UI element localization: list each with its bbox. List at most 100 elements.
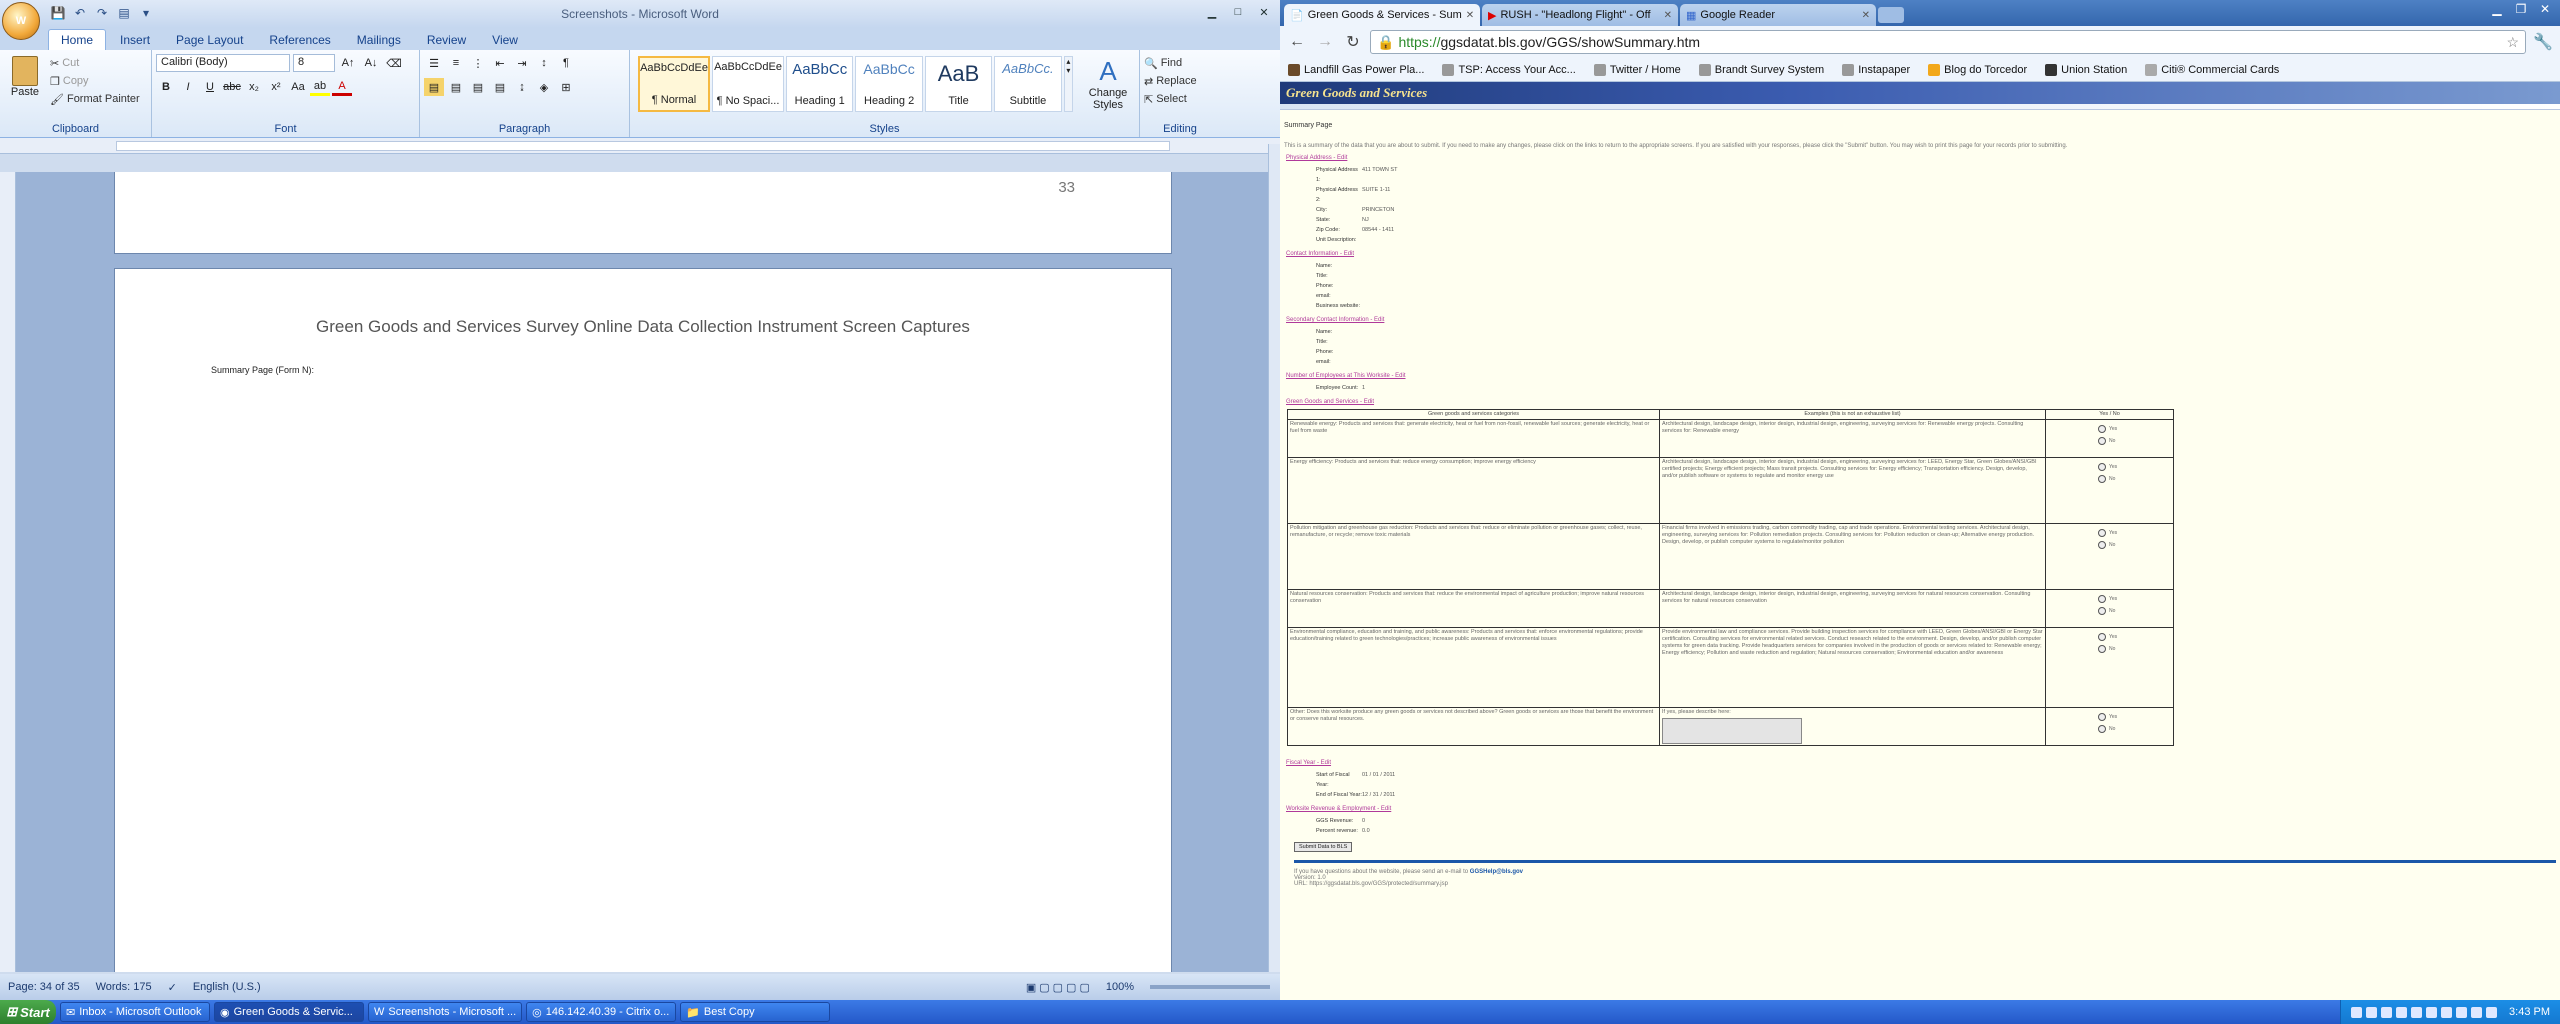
style-heading-1[interactable]: AaBbCc Heading 1 xyxy=(786,56,854,112)
justify-icon[interactable]: ▤ xyxy=(490,78,510,96)
vertical-ruler[interactable] xyxy=(0,172,16,972)
close-icon[interactable]: ✕ xyxy=(2534,2,2556,16)
bookmark-7[interactable]: Union Station xyxy=(2045,63,2127,76)
minimize-icon[interactable]: ▁ xyxy=(1200,3,1224,21)
close-tab-icon[interactable]: ✕ xyxy=(1862,10,1870,21)
clear-format-icon[interactable]: ⌫ xyxy=(384,54,404,72)
shrink-font-icon[interactable]: A↓ xyxy=(361,54,381,72)
underline-icon[interactable]: U xyxy=(200,78,220,96)
vertical-scrollbar[interactable] xyxy=(1268,144,1280,972)
bookmark-5[interactable]: Instapaper xyxy=(1842,63,1910,76)
new-tab-button[interactable] xyxy=(1878,7,1904,23)
grow-font-icon[interactable]: A↑ xyxy=(338,54,358,72)
bookmark-6[interactable]: Blog do Torcedor xyxy=(1928,63,2027,76)
sort-icon[interactable]: ↕ xyxy=(534,54,554,72)
borders-icon[interactable]: ⊞ xyxy=(556,78,576,96)
yes-radio[interactable]: Yes xyxy=(2098,633,2171,641)
paste-button[interactable]: Paste xyxy=(6,56,44,98)
clock[interactable]: 3:43 PM xyxy=(2509,1006,2550,1018)
undo-icon[interactable]: ↶ xyxy=(72,5,88,21)
no-radio[interactable]: No xyxy=(2098,437,2171,445)
tab-home[interactable]: Home xyxy=(48,29,107,50)
office-button[interactable]: W xyxy=(2,2,40,40)
bullets-icon[interactable]: ☰ xyxy=(424,54,444,72)
taskbar-outlook[interactable]: ✉ Inbox - Microsoft Outlook xyxy=(60,1002,210,1022)
tray-icon[interactable] xyxy=(2411,1006,2423,1018)
tray-icon[interactable] xyxy=(2456,1006,2468,1018)
taskbar-best-copy[interactable]: 📁 Best Copy xyxy=(680,1002,831,1022)
document-area[interactable]: 33 Green Goods and Services Survey Onlin… xyxy=(0,172,1268,972)
copy-button[interactable]: ❐ Copy xyxy=(50,72,140,90)
multilevel-icon[interactable]: ⋮ xyxy=(468,54,488,72)
no-radio[interactable]: No xyxy=(2098,725,2171,733)
style-no-spacing[interactable]: AaBbCcDdEe ¶ No Spaci... xyxy=(712,56,784,112)
taskbar-word[interactable]: W Screenshots - Microsoft ... xyxy=(368,1002,523,1022)
yes-radio[interactable]: Yes xyxy=(2098,529,2171,537)
strikethrough-icon[interactable]: abc xyxy=(222,78,242,96)
tab-youtube[interactable]: ▶ RUSH - "Headlong Flight" - Off ✕ xyxy=(1482,4,1678,26)
employees-edit-link[interactable]: Number of Employees at This Worksite - E… xyxy=(1286,373,2556,379)
reload-icon[interactable]: ↻ xyxy=(1342,31,1364,53)
align-center-icon[interactable]: ▤ xyxy=(446,78,466,96)
tab-page-layout[interactable]: Page Layout xyxy=(164,30,255,50)
font-size-box[interactable]: 8 xyxy=(293,54,335,72)
tray-icon[interactable] xyxy=(2441,1006,2453,1018)
restore-icon[interactable]: ❐ xyxy=(2510,2,2532,16)
taskbar-citrix[interactable]: ◎ 146.142.40.39 - Citrix o... xyxy=(526,1002,677,1022)
bookmark-8[interactable]: Citi® Commercial Cards xyxy=(2145,63,2279,76)
bookmark-3[interactable]: Twitter / Home xyxy=(1593,63,1681,76)
yes-radio[interactable]: Yes xyxy=(2098,713,2171,721)
no-radio[interactable]: No xyxy=(2098,645,2171,653)
bold-icon[interactable]: B xyxy=(156,78,176,96)
close-tab-icon[interactable]: ✕ xyxy=(1664,10,1672,21)
bookmark-star-icon[interactable]: ☆ xyxy=(2506,34,2519,51)
shading-icon[interactable]: ◈ xyxy=(534,78,554,96)
yes-radio[interactable]: Yes xyxy=(2098,425,2171,433)
contact-edit-link[interactable]: Contact Information - Edit xyxy=(1286,251,2556,257)
web-layout-icon[interactable]: ▢ xyxy=(1053,981,1063,994)
draft-icon[interactable]: ▢ xyxy=(1079,981,1089,994)
tray-icon[interactable] xyxy=(2351,1006,2363,1018)
tray-icon[interactable] xyxy=(2381,1006,2393,1018)
change-case-icon[interactable]: Aa xyxy=(288,78,308,96)
style-subtitle[interactable]: AaBbCc. Subtitle xyxy=(994,56,1062,112)
no-radio[interactable]: No xyxy=(2098,541,2171,549)
change-styles-button[interactable]: A Change Styles xyxy=(1081,56,1135,112)
word-count[interactable]: Words: 175 xyxy=(96,981,152,993)
footer-email-link[interactable]: GGSHelp@bls.gov xyxy=(1470,869,1523,875)
address-bar[interactable]: 🔒 https://ggsdatat.bls.gov/GGS/showSumma… xyxy=(1370,30,2526,54)
highlight-icon[interactable]: ab xyxy=(310,78,330,96)
decrease-indent-icon[interactable]: ⇤ xyxy=(490,54,510,72)
tab-insert[interactable]: Insert xyxy=(108,30,162,50)
replace-button[interactable]: ⇄ Replace xyxy=(1144,72,1216,90)
tab-view[interactable]: View xyxy=(480,30,530,50)
submit-button[interactable]: Submit Data to BLS xyxy=(1294,842,1353,852)
fiscal-year-edit-link[interactable]: Fiscal Year - Edit xyxy=(1286,760,2556,766)
save-icon[interactable]: 💾 xyxy=(50,5,66,21)
tray-icon[interactable] xyxy=(2426,1006,2438,1018)
physical-address-edit-link[interactable]: Physical Address - Edit xyxy=(1286,155,2556,161)
align-right-icon[interactable]: ▤ xyxy=(468,78,488,96)
print-layout-icon[interactable]: ▣ xyxy=(1026,981,1036,994)
tray-icon[interactable] xyxy=(2486,1006,2498,1018)
no-radio[interactable]: No xyxy=(2098,607,2171,615)
tray-icon[interactable] xyxy=(2471,1006,2483,1018)
tab-review[interactable]: Review xyxy=(415,30,478,50)
zoom-level[interactable]: 100% xyxy=(1106,981,1134,993)
cut-button[interactable]: ✂ Cut xyxy=(50,54,140,72)
secondary-contact-edit-link[interactable]: Secondary Contact Information - Edit xyxy=(1286,317,2556,323)
pilcrow-icon[interactable]: ¶ xyxy=(556,54,576,72)
minimize-icon[interactable]: ▁ xyxy=(2486,2,2508,16)
yes-radio[interactable]: Yes xyxy=(2098,595,2171,603)
qat-dropdown-icon[interactable]: ▾ xyxy=(138,5,154,21)
numbering-icon[interactable]: ≡ xyxy=(446,54,466,72)
wrench-icon[interactable]: 🔧 xyxy=(2532,31,2554,53)
font-color-icon[interactable]: A xyxy=(332,78,352,96)
tray-icon[interactable] xyxy=(2366,1006,2378,1018)
horizontal-ruler[interactable] xyxy=(0,138,1280,154)
italic-icon[interactable]: I xyxy=(178,78,198,96)
styles-scroll[interactable]: ▴ ▾ xyxy=(1063,56,1074,112)
tray-icon[interactable] xyxy=(2396,1006,2408,1018)
tab-mailings[interactable]: Mailings xyxy=(345,30,413,50)
bookmark-4[interactable]: Brandt Survey System xyxy=(1698,63,1824,76)
